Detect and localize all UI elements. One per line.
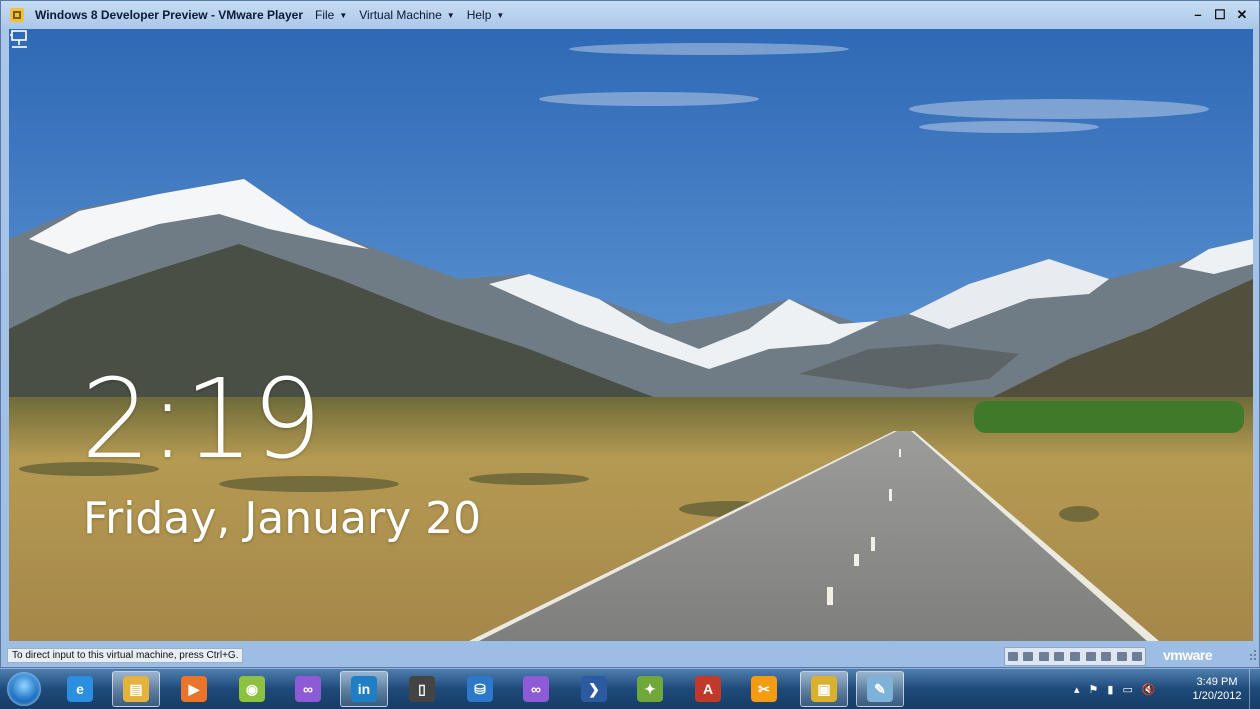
menu-bar: File ▼ Virtual Machine ▼ Help ▼ bbox=[315, 8, 516, 22]
chevron-down-icon: ▼ bbox=[446, 10, 455, 20]
taskbar-button-adobe-reader[interactable]: A bbox=[684, 671, 732, 707]
usb-icon[interactable] bbox=[1069, 652, 1080, 661]
paint-icon: ✎ bbox=[867, 676, 893, 702]
menu-file[interactable]: File ▼ bbox=[315, 8, 347, 22]
resize-grip-icon[interactable] bbox=[1247, 649, 1257, 661]
hard-disk-icon[interactable] bbox=[1007, 652, 1018, 661]
taskbar-button-windows-explorer[interactable]: ▤ bbox=[112, 671, 160, 707]
adobe-reader-icon: A bbox=[695, 676, 721, 702]
lockscreen-date: Friday, January 20 bbox=[83, 493, 482, 544]
menu-file-label: File bbox=[315, 8, 335, 22]
taskbar-button-visual-studio-loop[interactable]: ∞ bbox=[284, 671, 332, 707]
window-title: Windows 8 Developer Preview - VMware Pla… bbox=[35, 8, 303, 22]
network-icon bbox=[10, 30, 27, 48]
clock-date: 1/20/2012 bbox=[1192, 690, 1242, 702]
menu-help[interactable]: Help ▼ bbox=[467, 8, 505, 22]
taskbar-button-android-sdk[interactable]: ◉ bbox=[228, 671, 276, 707]
network-tray-icon[interactable]: ▭ bbox=[1122, 683, 1132, 696]
removable-device-icon[interactable] bbox=[1132, 652, 1143, 661]
taskbar-button-paint[interactable]: ✎ bbox=[856, 671, 904, 707]
taskbar-button-tools[interactable]: ✂ bbox=[740, 671, 788, 707]
taskbar-button-phone-emulator[interactable]: ▯ bbox=[398, 671, 446, 707]
taskbar-button-vmware-player[interactable]: ▣ bbox=[800, 671, 848, 707]
lockscreen-wallpaper bbox=[9, 29, 1253, 641]
chevron-down-icon: ▼ bbox=[496, 10, 505, 20]
taskbar-button-internet-explorer[interactable]: e bbox=[56, 671, 104, 707]
visual-studio-loop-icon: ∞ bbox=[295, 676, 321, 702]
menu-help-label: Help bbox=[466, 8, 492, 22]
windows-explorer-icon: ▤ bbox=[123, 676, 149, 702]
android-sdk-icon: ◉ bbox=[239, 676, 265, 702]
taskbar: e ▤ ▶ ◉ ∞ in ▯ ⛁ ∞ ❯ ✦ A ✂ ▣ ✎ ▴ ⚑ ▮ ▭ 🔇 3:49 PM 1/20/… bbox=[0, 668, 1260, 709]
phone-emulator-icon: ▯ bbox=[409, 676, 435, 702]
taskbar-button-powershell[interactable]: ❯ bbox=[570, 671, 618, 707]
network-tool-icon: ✦ bbox=[637, 676, 663, 702]
start-button[interactable] bbox=[7, 672, 41, 706]
network-adapter-icon[interactable] bbox=[1054, 652, 1065, 661]
show-hidden-icons-icon[interactable]: ▴ bbox=[1074, 683, 1080, 696]
taskbar-clock[interactable]: 3:49 PM 1/20/2012 bbox=[1186, 675, 1248, 703]
taskbar-button-linkedin[interactable]: in bbox=[340, 671, 388, 707]
taskbar-button-storage-drive[interactable]: ⛁ bbox=[456, 671, 504, 707]
vmware-window: Windows 8 Developer Preview - VMware Pla… bbox=[0, 0, 1260, 668]
minimize-button[interactable]: – bbox=[1187, 7, 1209, 23]
cd-drive-icon[interactable] bbox=[1023, 652, 1034, 661]
window-controls: – ☐ ✕ bbox=[1187, 7, 1253, 23]
menu-virtual-machine-label: Virtual Machine bbox=[359, 8, 442, 22]
title-bar[interactable]: Windows 8 Developer Preview - VMware Pla… bbox=[1, 1, 1259, 29]
show-desktop-button[interactable] bbox=[1249, 669, 1260, 709]
vmware-app-icon[interactable] bbox=[9, 7, 25, 23]
powershell-icon: ❯ bbox=[581, 676, 607, 702]
vm-display[interactable]: 2:19 Friday, January 20 bbox=[9, 29, 1253, 641]
storage-drive-icon: ⛁ bbox=[467, 676, 493, 702]
menu-virtual-machine[interactable]: Virtual Machine ▼ bbox=[359, 8, 454, 22]
chevron-down-icon: ▼ bbox=[339, 10, 348, 20]
device-icons bbox=[1004, 647, 1146, 666]
taskbar-button-media-player[interactable]: ▶ bbox=[170, 671, 218, 707]
vmware-logo: vmware bbox=[1163, 647, 1213, 663]
vmware-player-icon: ▣ bbox=[811, 676, 837, 702]
floppy-icon[interactable] bbox=[1038, 652, 1049, 661]
taskbar-button-network-tool[interactable]: ✦ bbox=[626, 671, 674, 707]
media-player-icon: ▶ bbox=[181, 676, 207, 702]
system-tray: ▴ ⚑ ▮ ▭ 🔇 bbox=[1074, 669, 1165, 709]
clock-time: 3:49 PM bbox=[1196, 676, 1238, 688]
lockscreen-time: 2:19 bbox=[81, 355, 322, 483]
action-center-flag-icon[interactable]: ⚑ bbox=[1089, 683, 1099, 696]
vmware-status-bar: To direct input to this virtual machine,… bbox=[1, 643, 1260, 669]
maximize-button[interactable]: ☐ bbox=[1209, 7, 1231, 23]
linkedin-icon: in bbox=[351, 676, 377, 702]
input-hint: To direct input to this virtual machine,… bbox=[7, 648, 244, 663]
sound-icon[interactable] bbox=[1101, 652, 1112, 661]
close-button[interactable]: ✕ bbox=[1231, 7, 1253, 23]
internet-explorer-icon: e bbox=[67, 676, 93, 702]
visual-studio-2-icon: ∞ bbox=[523, 676, 549, 702]
printer-icon[interactable] bbox=[1085, 652, 1096, 661]
volume-muted-icon[interactable]: 🔇 bbox=[1142, 683, 1156, 696]
battery-icon[interactable]: ▮ bbox=[1107, 683, 1113, 696]
taskbar-button-visual-studio-2[interactable]: ∞ bbox=[512, 671, 560, 707]
tools-icon: ✂ bbox=[751, 676, 777, 702]
message-icon[interactable] bbox=[1116, 652, 1127, 661]
